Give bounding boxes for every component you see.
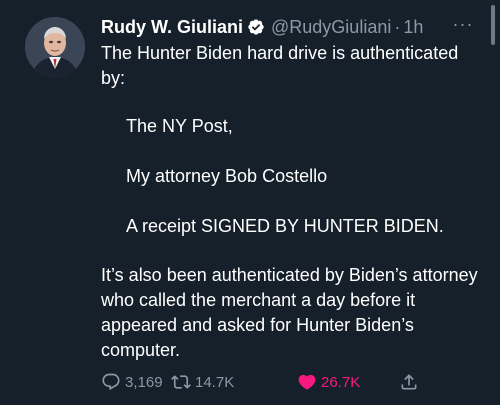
ellipsis-icon: ···	[452, 13, 474, 34]
like-count: 26.7K	[321, 373, 361, 391]
user-handle[interactable]: @RudyGiuliani	[271, 17, 391, 38]
share-upload-icon	[401, 374, 417, 390]
tweet-list-item: My attorney Bob Costello	[126, 166, 328, 186]
tweet-actions-bar: 3,169 14.7K 26.7K	[101, 370, 431, 396]
tweet-paragraph-intro: The Hunter Biden hard drive is authentic…	[101, 43, 459, 88]
reply-count: 3,169	[125, 373, 163, 391]
tweet-text: The Hunter Biden hard drive is authentic…	[101, 41, 481, 363]
share-button[interactable]	[399, 370, 419, 394]
more-options-button[interactable]: ···	[451, 12, 475, 36]
tweet-list-item: A receipt SIGNED BY HUNTER BIDEN.	[126, 216, 444, 236]
avatar-portrait-icon	[25, 17, 85, 77]
like-button[interactable]: 26.7K	[297, 370, 360, 394]
display-name[interactable]: Rudy W. Giuliani	[101, 17, 243, 38]
speech-bubble-icon	[102, 373, 120, 391]
retweet-count: 14.7K	[195, 373, 235, 391]
heart-icon	[298, 374, 316, 390]
scrollbar[interactable]	[491, 5, 495, 45]
reply-button[interactable]: 3,169	[101, 370, 163, 394]
avatar[interactable]	[25, 17, 85, 77]
verified-badge-icon	[247, 18, 265, 36]
tweet-list-item: The NY Post,	[126, 116, 233, 136]
tweet-paragraph-closing: It’s also been authenticated by Biden’s …	[101, 265, 478, 360]
tweet-header: Rudy W. Giuliani @RudyGiuliani · 1h	[101, 14, 481, 40]
tweet-card[interactable]: Rudy W. Giuliani @RudyGiuliani · 1h ··· …	[0, 0, 500, 405]
header-separator: ·	[394, 16, 401, 37]
retweet-button[interactable]: 14.7K	[171, 370, 234, 394]
tweet-timestamp[interactable]: 1h	[403, 17, 423, 38]
retweet-arrows-icon	[171, 375, 191, 389]
